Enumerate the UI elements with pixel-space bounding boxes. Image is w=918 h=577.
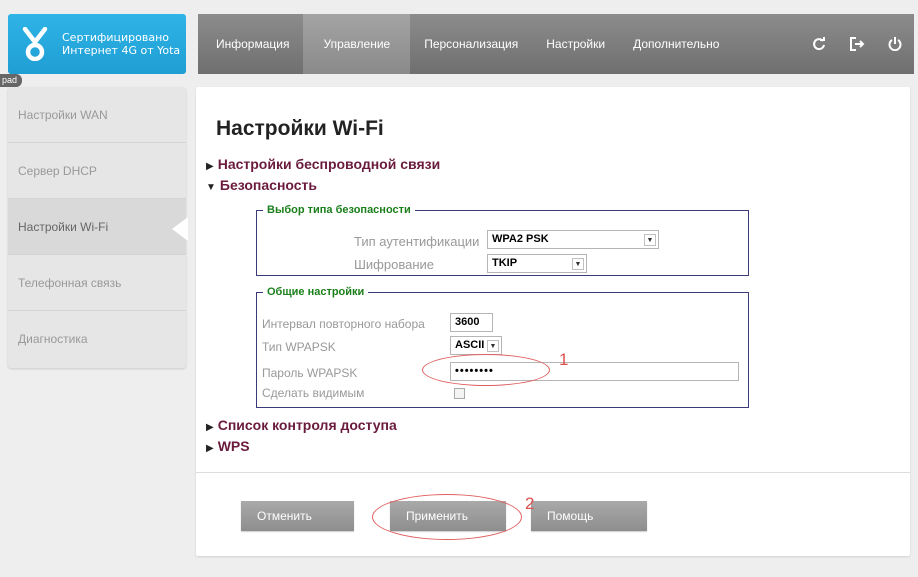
power-icon: [888, 37, 902, 51]
triangle-right-icon: ▶: [206, 161, 214, 172]
section-security[interactable]: ▼ Безопасность: [206, 177, 317, 193]
sidebar: Настройки WAN Сервер DHCP Настройки Wi-F…: [8, 87, 186, 368]
annotation-label-1: 1: [559, 350, 569, 369]
logo-line1: Сертифицировано: [62, 31, 170, 44]
help-button[interactable]: Помощь: [531, 501, 647, 531]
chevron-down-icon: ▼: [487, 340, 499, 352]
sidebar-item-wan[interactable]: Настройки WAN: [8, 87, 186, 143]
logout-icon: [849, 37, 864, 51]
yota-logo-icon: [22, 27, 48, 61]
tab-personalization[interactable]: Персонализация: [410, 14, 532, 74]
sidebar-item-telephony[interactable]: Телефонная связь: [8, 255, 186, 311]
triangle-right-icon: ▶: [206, 443, 214, 454]
visible-checkbox[interactable]: [454, 388, 465, 399]
chevron-down-icon: ▼: [572, 258, 584, 270]
refresh-icon: [813, 37, 825, 51]
tab-advanced[interactable]: Дополнительно: [619, 14, 733, 74]
chevron-down-icon: ▼: [644, 234, 656, 246]
logout-button[interactable]: [838, 14, 876, 74]
badge: pad: [0, 74, 23, 87]
section-acl[interactable]: ▶ Список контроля доступа: [206, 417, 397, 433]
interval-input[interactable]: 3600: [450, 313, 493, 332]
encryption-label: Шифрование: [354, 257, 434, 272]
sidebar-item-dhcp[interactable]: Сервер DHCP: [8, 143, 186, 199]
visible-label: Сделать видимым: [262, 386, 365, 400]
triangle-right-icon: ▶: [206, 422, 214, 433]
tab-management[interactable]: Управление: [303, 14, 411, 74]
top-nav: Информация Управление Персонализация Нас…: [198, 14, 914, 74]
sidebar-item-diagnostics[interactable]: Диагностика: [8, 311, 186, 367]
general-settings-legend: Общие настройки: [267, 286, 365, 298]
annotation-label-2: 2: [525, 494, 535, 513]
auth-label: Тип аутентификации: [354, 234, 480, 249]
triangle-down-icon: ▼: [206, 182, 216, 193]
wpapsk-type-label: Тип WPAPSK: [262, 340, 336, 354]
security-type-legend: Выбор типа безопасности: [267, 204, 411, 216]
auth-select[interactable]: WPA2 PSK ▼: [487, 230, 659, 249]
refresh-button[interactable]: [800, 14, 838, 74]
wpapsk-type-select[interactable]: ASCII ▼: [450, 336, 502, 355]
sidebar-item-wifi[interactable]: Настройки Wi-Fi: [8, 199, 186, 255]
interval-label: Интервал повторного набора: [262, 317, 425, 331]
password-input[interactable]: ••••••••: [450, 362, 739, 381]
divider: [196, 472, 910, 473]
apply-button[interactable]: Применить: [390, 501, 506, 531]
logo-line2: Интернет 4G от Yota: [62, 44, 181, 57]
tab-info[interactable]: Информация: [198, 14, 303, 74]
power-button[interactable]: [876, 14, 914, 74]
section-wps[interactable]: ▶ WPS: [206, 438, 250, 454]
active-pointer: [172, 217, 188, 241]
page-title: Настройки Wi-Fi: [216, 117, 384, 140]
password-label: Пароль WPAPSK: [262, 366, 358, 380]
logo: Сертифицировано Интернет 4G от Yota: [8, 14, 186, 74]
cancel-button[interactable]: Отменить: [241, 501, 354, 531]
encryption-select[interactable]: TKIP ▼: [487, 254, 587, 273]
section-wireless[interactable]: ▶ Настройки беспроводной связи: [206, 156, 440, 172]
tab-settings[interactable]: Настройки: [532, 14, 619, 74]
